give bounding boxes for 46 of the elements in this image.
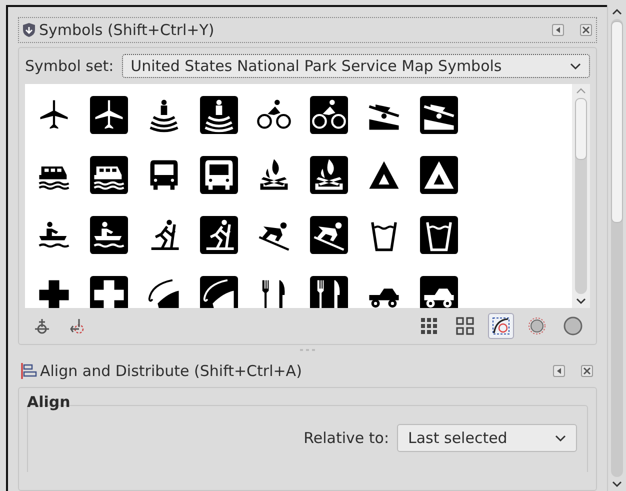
triangle-left-icon [555,367,563,375]
boxed-bicycle-icon[interactable] [310,96,348,134]
section-heading: Align [27,393,70,411]
boxed-fishing-icon[interactable] [200,276,238,308]
boxed-person-waves-icon[interactable] [200,96,238,134]
fit-curve-icon [491,316,511,336]
scrollbar[interactable] [607,5,626,491]
scrollbar-thumb[interactable] [575,98,587,160]
relative-to-label: Relative to: [304,429,389,447]
relative-to-dropdown[interactable]: Last selected [397,424,577,452]
scrollbar-thumb[interactable] [611,21,623,223]
panel-title: Align and Distribute (Shift+Ctrl+A) [40,362,303,380]
boxed-tent-icon[interactable] [420,156,458,194]
close-icon [582,26,590,34]
boxed-canoe-icon[interactable] [90,216,128,254]
close-button[interactable] [581,365,593,377]
boxed-campfire-icon[interactable] [310,156,348,194]
boxed-skier-icon[interactable] [200,216,238,254]
boxed-bus-icon[interactable] [200,156,238,194]
close-icon [583,367,591,375]
iconify-button[interactable] [553,365,565,377]
close-button[interactable] [580,24,592,36]
scrollbar[interactable] [572,84,590,308]
boxed-boat-ramp-icon[interactable] [420,96,458,134]
boxed-downhill-skier-icon[interactable] [310,216,348,254]
boxed-ferry-icon[interactable] [90,156,128,194]
small-circle-icon [527,316,547,336]
symbol-set-dropdown[interactable]: United States National Park Service Map Symbols [122,54,590,78]
fit-curve-button[interactable] [488,313,514,339]
boxed-drinking-cup-icon[interactable] [420,216,458,254]
small-grid-icon [419,316,439,336]
panel-title: Symbols (Shift+Ctrl+Y) [39,21,216,39]
chevron-icon [555,434,566,442]
shield-icon [21,22,37,38]
boxed-fork-knife-icon[interactable] [310,276,348,308]
align-left-icon [20,362,38,380]
large-circle-icon [563,316,583,336]
symbol-set-label: Symbol set: [25,57,114,75]
triangle-left-icon [554,26,562,34]
boxed-cross-icon[interactable] [90,276,128,308]
boxed-airplane-icon[interactable] [90,96,128,134]
chevron-icon [570,62,581,70]
iconify-button[interactable] [552,24,564,36]
boxed-off-road-vehicle-icon[interactable] [420,276,458,308]
large-grid-icon [455,316,475,336]
anchor-plus-icon [32,316,52,336]
